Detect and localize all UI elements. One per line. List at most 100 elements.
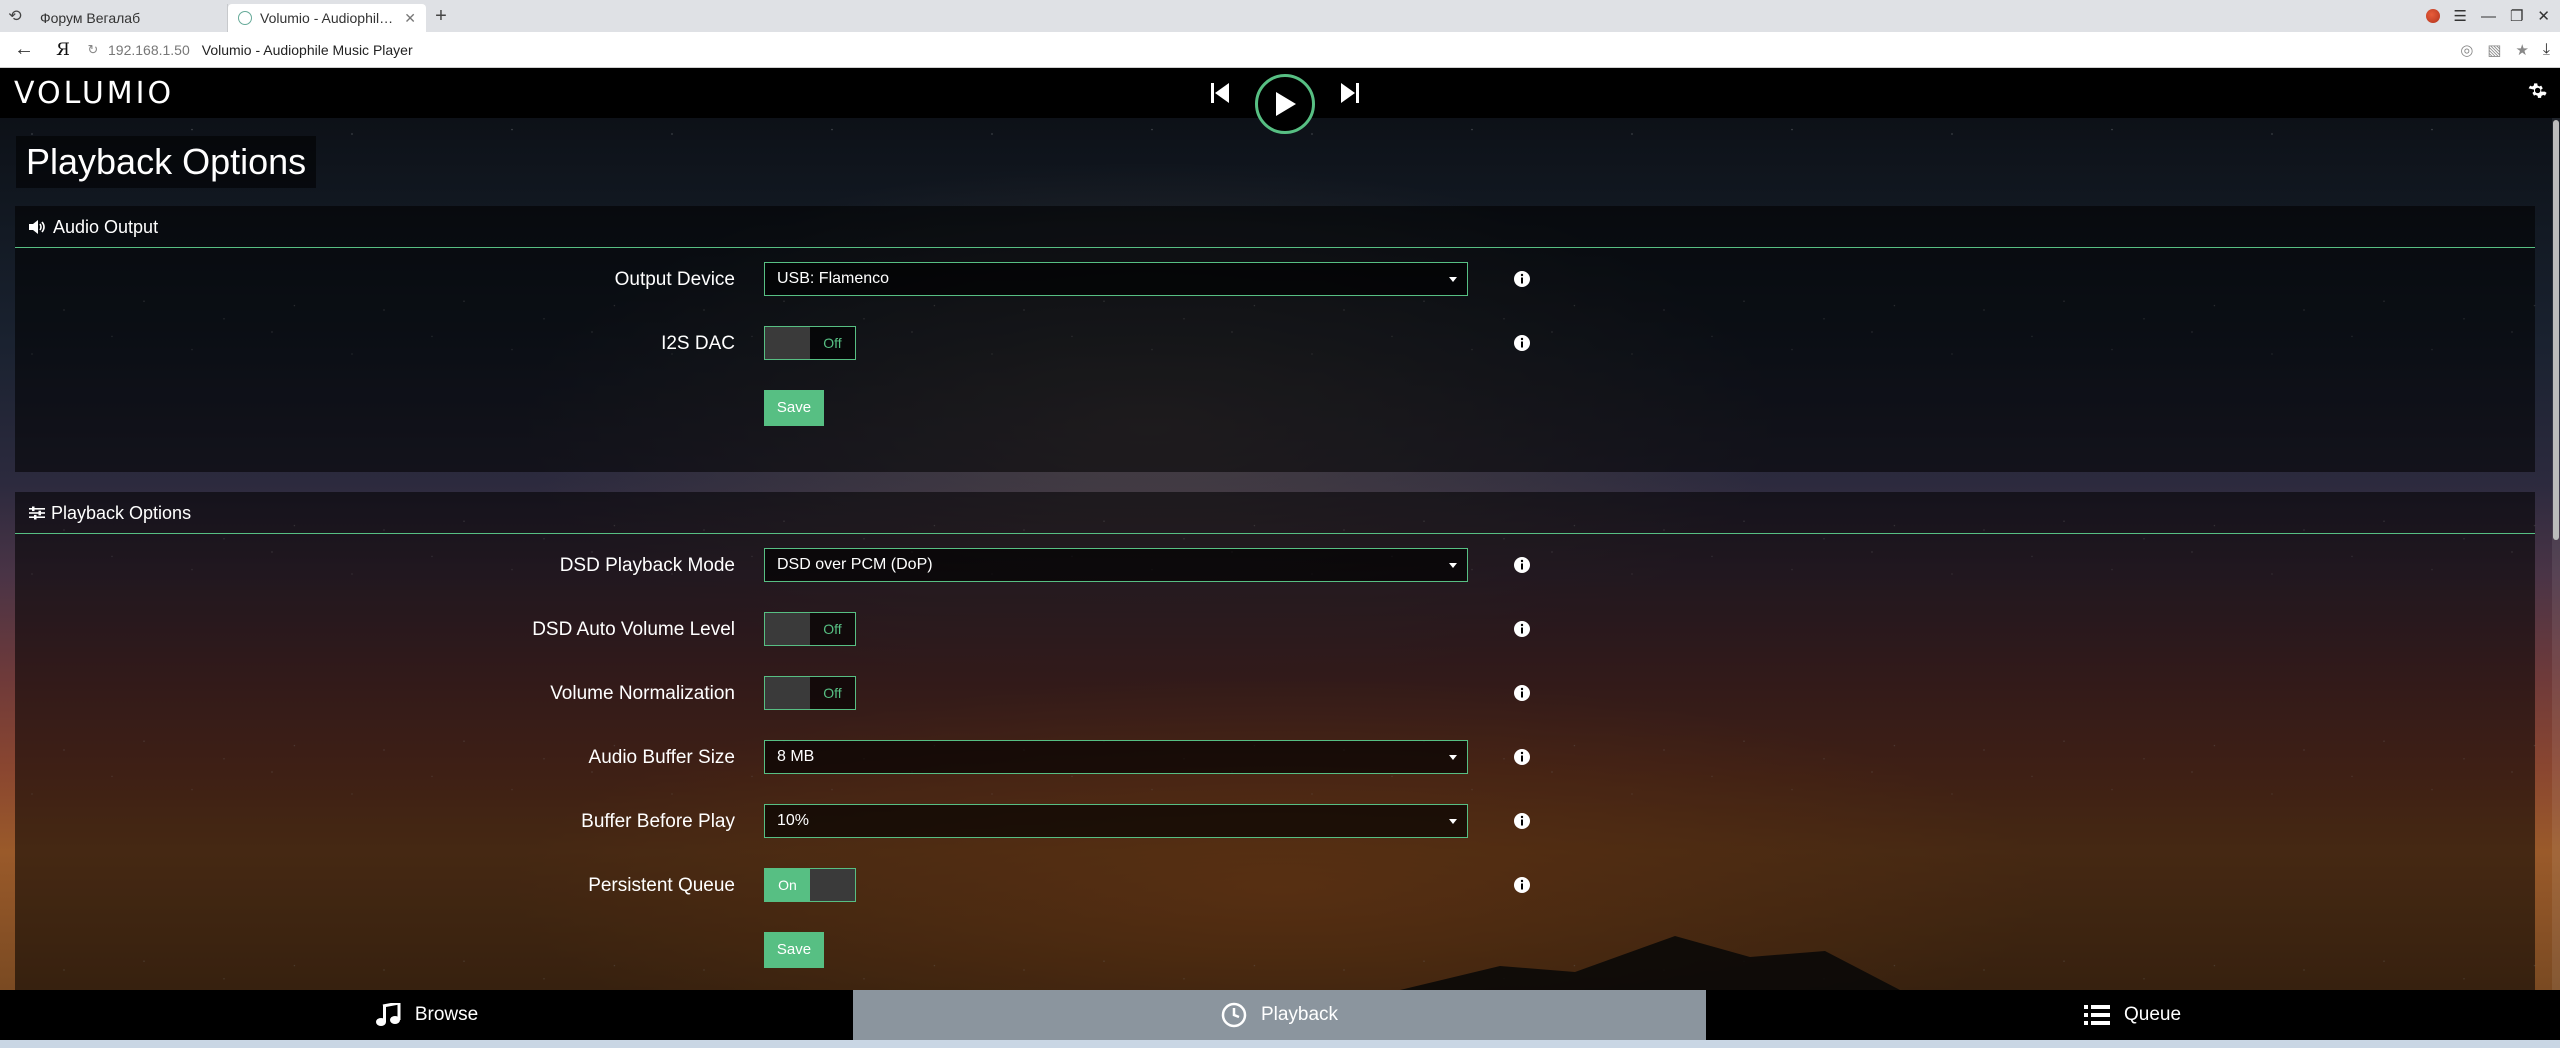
- music-note-icon: [375, 1003, 401, 1026]
- dsd-auto-volume-toggle[interactable]: Off: [764, 612, 856, 646]
- info-icon[interactable]: [1513, 334, 1531, 352]
- audio-buffer-row: Audio Buffer Size 8 MB: [15, 740, 2535, 776]
- volume-normalization-toggle[interactable]: Off: [764, 676, 856, 710]
- sliders-icon: [29, 506, 45, 519]
- page-scrollbar[interactable]: [2552, 118, 2560, 990]
- volumio-app: VOLUMIO Playback Options Audio Output Ou: [0, 68, 2560, 990]
- reader-icon[interactable]: ▧: [2487, 41, 2501, 59]
- next-icon: [1341, 83, 1359, 103]
- toggle-knob: [765, 613, 810, 645]
- reload-icon[interactable]: ↻: [78, 42, 108, 58]
- volumio-favicon-icon: [238, 11, 252, 25]
- audio-output-save-button[interactable]: Save: [764, 390, 824, 426]
- output-device-row: Output Device USB: Flamenco: [15, 262, 2535, 298]
- toggle-knob: [765, 327, 810, 359]
- protect-icon[interactable]: ◎: [2460, 41, 2473, 59]
- url-host[interactable]: 192.168.1.50: [108, 42, 190, 58]
- info-icon[interactable]: [1513, 812, 1531, 830]
- next-track-button[interactable]: [1335, 68, 1365, 118]
- browser-tab-bar: ⟲ Форум Вегалаб Volumio - Audiophile Mu …: [0, 0, 2560, 32]
- player-controls: [1205, 68, 1365, 134]
- address-bar-actions: ◎ ▧ ★ ⤓: [2460, 32, 2550, 68]
- toggle-state: Off: [823, 621, 842, 637]
- os-taskbar: [0, 1040, 2560, 1048]
- nav-playback-label: Playback: [1260, 1004, 1339, 1025]
- download-icon[interactable]: ⤓: [2543, 41, 2550, 59]
- previous-track-button[interactable]: [1205, 68, 1235, 118]
- caret-down-icon: [1449, 755, 1457, 760]
- settings-gear-button[interactable]: [2522, 78, 2552, 108]
- page-title: Playback Options: [16, 136, 317, 188]
- i2s-dac-row: I2S DAC Off: [15, 326, 2535, 362]
- info-icon[interactable]: [1513, 620, 1531, 638]
- persistent-queue-toggle[interactable]: On: [764, 868, 856, 902]
- close-tab-icon[interactable]: ✕: [404, 10, 416, 27]
- list-icon: [2083, 1005, 2110, 1025]
- audio-output-panel: Audio Output Output Device USB: Flamenco…: [15, 206, 2535, 472]
- browser-tab-vegalab[interactable]: Форум Вегалаб: [30, 4, 228, 32]
- audio-output-title: Audio Output: [53, 216, 159, 237]
- caret-down-icon: [1449, 277, 1457, 282]
- buffer-before-play-value: 10%: [777, 812, 810, 829]
- volume-normalization-row: Volume Normalization Off: [15, 676, 2535, 712]
- playback-options-header: Playback Options: [15, 492, 2535, 534]
- top-bar: VOLUMIO: [0, 68, 2560, 134]
- i2s-dac-label: I2S DAC: [661, 333, 735, 354]
- new-tab-icon[interactable]: +: [426, 5, 456, 28]
- toggle-knob: [765, 677, 810, 709]
- play-icon: [1276, 92, 1296, 116]
- toggle-state: Off: [823, 335, 842, 351]
- playback-options-save-button[interactable]: Save: [764, 932, 824, 968]
- audio-buffer-value: 8 MB: [777, 748, 815, 765]
- info-icon[interactable]: [1513, 556, 1531, 574]
- nav-playback[interactable]: Playback: [853, 990, 1706, 1040]
- i2s-dac-toggle[interactable]: Off: [764, 326, 856, 360]
- url-page-title[interactable]: Volumio - Audiophile Music Player: [202, 42, 413, 58]
- close-window-icon[interactable]: ✕: [2537, 7, 2550, 25]
- minimize-icon[interactable]: —: [2481, 8, 2496, 25]
- dsd-mode-select[interactable]: DSD over PCM (DoP): [764, 548, 1468, 582]
- nav-browse-label: Browse: [414, 1004, 479, 1025]
- window-controls: ☰ — ❐ ✕: [2425, 0, 2550, 32]
- bottom-nav: Browse Playback Queue: [0, 990, 2560, 1040]
- info-icon[interactable]: [1513, 748, 1531, 766]
- toggle-knob: [810, 869, 855, 901]
- info-icon[interactable]: [1513, 684, 1531, 702]
- dsd-auto-volume-label: DSD Auto Volume Level: [532, 619, 735, 640]
- back-arrow-icon[interactable]: ←: [0, 38, 48, 61]
- scrollbar-thumb[interactable]: [2553, 120, 2559, 540]
- menu-icon[interactable]: ☰: [2454, 7, 2467, 25]
- yandex-icon[interactable]: Я: [48, 40, 78, 60]
- gear-icon: [2528, 83, 2547, 98]
- persistent-queue-row: Persistent Queue On: [15, 868, 2535, 904]
- volumio-logo[interactable]: VOLUMIO: [14, 76, 174, 111]
- output-device-select[interactable]: USB: Flamenco: [764, 262, 1468, 296]
- restore-icon[interactable]: ❐: [2510, 7, 2523, 25]
- caret-down-icon: [1449, 819, 1457, 824]
- extension-icon[interactable]: [2425, 9, 2440, 23]
- info-icon[interactable]: [1513, 876, 1531, 894]
- audio-buffer-label: Audio Buffer Size: [588, 747, 735, 768]
- nav-queue-label: Queue: [2123, 1004, 2182, 1025]
- nav-queue[interactable]: Queue: [1706, 990, 2559, 1040]
- bookmark-star-icon[interactable]: ★: [2515, 41, 2528, 59]
- buffer-before-play-select[interactable]: 10%: [764, 804, 1468, 838]
- browser-tab-volumio[interactable]: Volumio - Audiophile Mu ✕: [228, 4, 426, 32]
- previous-icon: [1211, 83, 1229, 103]
- browser-menu-icon[interactable]: ⟲: [0, 0, 30, 32]
- persistent-queue-label: Persistent Queue: [588, 875, 735, 896]
- caret-down-icon: [1449, 563, 1457, 568]
- toggle-state: On: [765, 869, 810, 901]
- output-device-value: USB: Flamenco: [777, 270, 890, 287]
- dsd-auto-volume-row: DSD Auto Volume Level Off: [15, 612, 2535, 648]
- dsd-mode-value: DSD over PCM (DoP): [777, 556, 933, 573]
- info-icon[interactable]: [1513, 270, 1531, 288]
- buffer-before-play-row: Buffer Before Play 10%: [15, 804, 2535, 840]
- toggle-state: Off: [823, 685, 842, 701]
- speaker-icon: [29, 219, 45, 234]
- dsd-mode-row: DSD Playback Mode DSD over PCM (DoP): [15, 548, 2535, 584]
- audio-output-header: Audio Output: [15, 206, 2535, 248]
- nav-browse[interactable]: Browse: [0, 990, 853, 1040]
- audio-buffer-select[interactable]: 8 MB: [764, 740, 1468, 774]
- play-button[interactable]: [1255, 74, 1315, 134]
